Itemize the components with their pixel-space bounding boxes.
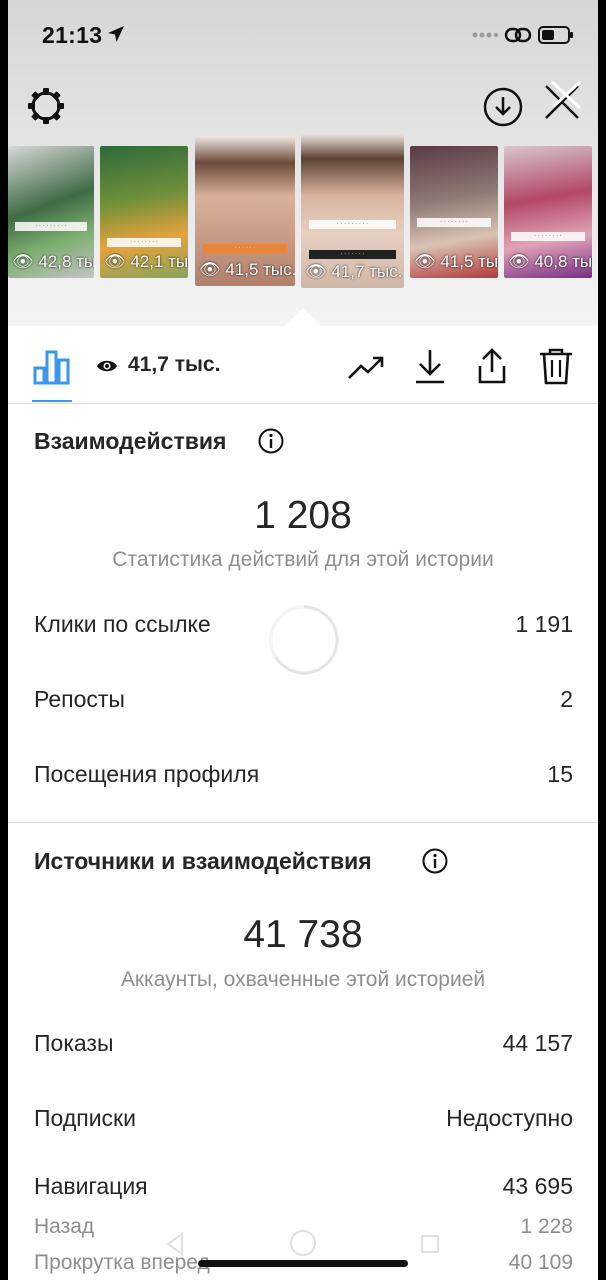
close-icon[interactable] (540, 78, 584, 124)
section-divider (8, 822, 598, 823)
row-value: 1 191 (515, 611, 573, 637)
story-views-text: 42,1 тыс. (130, 252, 188, 271)
home-nav-icon[interactable] (288, 1228, 318, 1258)
row-label: Подписки (34, 1105, 136, 1131)
share-icon[interactable] (472, 346, 512, 386)
story-views-text: 41,7 тыс. (331, 262, 403, 281)
back-nav-icon[interactable] (164, 1232, 186, 1256)
row-value: Недоступно (446, 1105, 573, 1131)
bar-chart-icon[interactable] (32, 346, 72, 386)
info-icon[interactable] (258, 428, 284, 454)
story-views: 👁 40,8 тыс. (508, 252, 592, 272)
selected-caret (285, 308, 321, 326)
profile-visits-row: Посещения профиля 15 (34, 761, 573, 788)
reach-subtitle: Аккаунты, охваченные этой историей (120, 968, 486, 991)
info-icon[interactable] (422, 848, 448, 874)
navigation-row: Навигация 43 695 (34, 1173, 573, 1200)
row-label: Показы (34, 1030, 114, 1056)
status-time: 21:13 (42, 22, 103, 48)
impressions-row: Показы 44 157 (34, 1030, 573, 1057)
interactions-total: 1 208 (254, 494, 352, 537)
home-indicator[interactable] (198, 1260, 408, 1267)
status-bar: 21:13 (8, 0, 598, 70)
row-label: Репосты (34, 686, 125, 712)
story-thumb[interactable]: · · · · · · · · 👁 42,1 тыс. (100, 146, 188, 278)
download-circle-icon[interactable] (482, 86, 524, 128)
story-views: 👁 42,8 тыс. (12, 252, 94, 272)
eye-icon (97, 360, 117, 372)
story-thumb[interactable]: · · · · · · · · · 👁 42,8 тыс. (8, 146, 94, 278)
story-thumb[interactable]: · · · · · · · · 👁 40,8 тыс. (504, 146, 592, 278)
signal-icon (472, 32, 498, 38)
trash-icon[interactable] (536, 346, 576, 386)
story-views: 👁 41,5 тыс. (199, 260, 295, 279)
interactions-subtitle: Статистика действий для этой истории (112, 548, 494, 571)
story-thumb[interactable]: · · · · · · 👁 41,5 тыс. (195, 136, 295, 286)
location-arrow-icon (108, 26, 124, 42)
row-label: Клики по ссылке (34, 611, 211, 637)
download-icon[interactable] (410, 346, 450, 386)
story-views-text: 41,5 тыс. (225, 260, 295, 279)
story-views: 👁 41,5 тыс. (414, 252, 498, 272)
row-value: 2 (560, 686, 573, 712)
story-header: 21:13 · · · · · · · · · 👁 42,8 ты · · · … (8, 0, 598, 326)
active-tab-indicator (32, 400, 72, 402)
row-value: 43 695 (502, 1173, 573, 1199)
row-label: Навигация (34, 1173, 148, 1199)
story-thumbnails: · · · · · · · · · 👁 42,8 тыс. · · · · · … (8, 134, 598, 294)
reach-total: 41 738 (243, 913, 363, 956)
shares-row: Репосты 2 (34, 686, 573, 713)
row-value: 44 157 (502, 1030, 573, 1056)
link-icon (504, 27, 532, 43)
row-label: Посещения профиля (34, 761, 260, 787)
story-insights-screen: 21:13 · · · · · · · · · 👁 42,8 ты · · · … (8, 0, 598, 1280)
gear-icon[interactable] (26, 86, 66, 126)
story-views-text: 42,8 тыс. (38, 252, 94, 271)
story-views-text: 41,5 тыс. (440, 252, 498, 271)
interactions-title: Взаимодействия (34, 428, 227, 454)
trending-icon[interactable] (346, 346, 386, 386)
story-thumb-selected[interactable]: · · · · · · · · · · · · · · · · 👁 41,7 т… (301, 134, 404, 288)
follows-row: Подписки Недоступно (34, 1105, 573, 1132)
insights-toolbar: 41,7 тыс. (8, 326, 598, 404)
battery-icon (538, 26, 573, 44)
story-views: 👁 42,1 тыс. (104, 252, 188, 272)
discovery-title: Источники и взаимодействия (34, 848, 372, 874)
recents-nav-icon[interactable] (420, 1234, 440, 1254)
row-value: 15 (547, 761, 573, 787)
loading-spinner-icon (269, 605, 339, 675)
story-views-text: 40,8 тыс. (534, 252, 592, 271)
story-thumb[interactable]: · · · · · · · · 👁 41,5 тыс. (410, 146, 498, 278)
views-total: 41,7 тыс. (128, 353, 221, 376)
story-views: 👁 41,7 тыс. (305, 262, 403, 281)
android-nav-overlay (8, 1222, 598, 1280)
